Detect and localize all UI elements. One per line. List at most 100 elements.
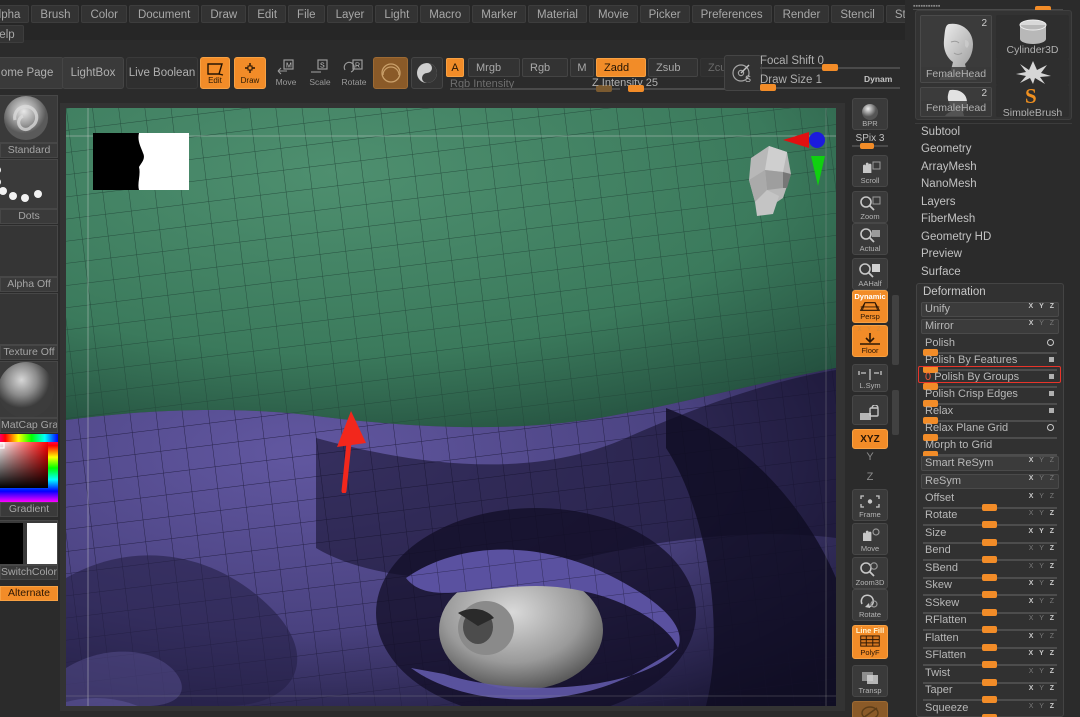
- rail-scrollbar-2[interactable]: [892, 390, 899, 435]
- z-intensity-knob[interactable]: [628, 85, 644, 92]
- axes-toggle[interactable]: X Y Z: [1029, 685, 1056, 692]
- deformation-flatten[interactable]: Flatten X Y Z: [921, 632, 1059, 651]
- axes-toggle[interactable]: X Y Z: [1029, 475, 1056, 482]
- zoom-3d-button[interactable]: Zoom3D: [852, 557, 888, 589]
- channel-a-button[interactable]: A: [446, 58, 464, 77]
- material-thumbnail[interactable]: [0, 361, 58, 418]
- navigation-gizmo[interactable]: [721, 118, 831, 228]
- axes-toggle[interactable]: X Y Z: [1028, 528, 1056, 535]
- draw-size-track[interactable]: [760, 87, 900, 89]
- deformation-unify[interactable]: Unify X Y Z: [921, 302, 1059, 319]
- menu-item-macro[interactable]: Macro: [420, 5, 471, 23]
- swatch-pair[interactable]: [0, 520, 58, 565]
- polish-groups-toggle[interactable]: [1049, 374, 1054, 379]
- material-swatch-button[interactable]: [373, 57, 408, 89]
- rotate-button[interactable]: R Rotate: [340, 59, 368, 91]
- menu-item-alpha[interactable]: Alpha: [0, 5, 30, 23]
- menu-row-surface[interactable]: Surface: [921, 266, 1076, 283]
- scroll-button[interactable]: Scroll: [852, 155, 888, 187]
- draw-button[interactable]: Draw: [234, 57, 266, 89]
- spix-knob[interactable]: [860, 143, 874, 149]
- deformation-morph-to-grid[interactable]: Morph to Grid: [921, 439, 1059, 458]
- z-symmetry-button[interactable]: Z: [852, 471, 888, 487]
- menu-item-picker[interactable]: Picker: [639, 5, 690, 23]
- deformation-sbend[interactable]: SBend X Y Z: [921, 562, 1059, 581]
- menu-row-subtool[interactable]: Subtool: [921, 126, 1076, 143]
- menu-item-draw[interactable]: Draw: [201, 5, 247, 23]
- deformation-squeeze[interactable]: Squeeze X Y Z: [921, 702, 1059, 717]
- move-3d-button[interactable]: Move: [852, 523, 888, 555]
- lightbox-button[interactable]: LightBox: [62, 57, 124, 89]
- axes-toggle[interactable]: X Y Z: [1029, 510, 1056, 517]
- menu-item-file[interactable]: File: [288, 5, 325, 23]
- tool-tile-femalehead-small[interactable]: 2 FemaleHead: [920, 87, 992, 117]
- polish-crisp-toggle[interactable]: [1049, 391, 1054, 396]
- axes-toggle[interactable]: X Y Z: [1028, 650, 1056, 657]
- rail-scrollbar[interactable]: [892, 295, 899, 365]
- menu-item-movie[interactable]: Movie: [588, 5, 638, 23]
- texture-thumbnail[interactable]: [0, 293, 58, 345]
- tool-tile-cylinder3d[interactable]: Cylinder3D: [996, 15, 1069, 59]
- deformation-sskew[interactable]: SSkew X Y Z: [921, 597, 1059, 616]
- menu-row-geometry[interactable]: Geometry: [921, 143, 1076, 160]
- deformation-polish[interactable]: Polish: [921, 337, 1059, 356]
- live-boolean-button[interactable]: Live Boolean: [126, 57, 198, 89]
- ghost-button[interactable]: Ghost: [852, 701, 888, 717]
- floor-button[interactable]: X Y Z Floor: [852, 325, 888, 357]
- deformation-relax-plane-grid[interactable]: Relax Plane Grid: [921, 422, 1059, 441]
- deformation-size[interactable]: Size X Y Z: [921, 527, 1059, 546]
- transp-button[interactable]: Transp: [852, 665, 888, 697]
- rgb-button[interactable]: Rgb: [522, 58, 568, 77]
- axes-toggle[interactable]: X Y Z: [1029, 580, 1056, 587]
- deformation-offset[interactable]: Offset X Y Z: [921, 492, 1059, 511]
- axis-marker-blue[interactable]: [809, 132, 825, 148]
- axis-marker-red[interactable]: [783, 132, 809, 148]
- spix-slider[interactable]: SPix 3: [852, 133, 888, 151]
- relax-plane-grid-toggle[interactable]: [1047, 424, 1054, 431]
- deformation-taper[interactable]: Taper X Y Z: [921, 684, 1059, 703]
- zoom-button[interactable]: Zoom: [852, 191, 888, 223]
- polyf-button[interactable]: Line Fill PolyF: [852, 625, 888, 659]
- transp-lock-button[interactable]: [852, 395, 888, 425]
- aahalf-button[interactable]: AAHalf: [852, 258, 888, 290]
- menu-item-light[interactable]: Light: [375, 5, 419, 23]
- menu-row-nanomesh[interactable]: NanoMesh: [921, 178, 1076, 195]
- deformation-polish-by-groups[interactable]: 0 Polish By Groups: [921, 371, 1059, 390]
- menu-item-help[interactable]: Help: [0, 25, 24, 43]
- axes-toggle[interactable]: X Y Z: [1029, 493, 1056, 500]
- axes-toggle[interactable]: X Y Z: [1029, 703, 1056, 710]
- y-symmetry-button[interactable]: Y: [852, 451, 888, 467]
- deformation-skew[interactable]: Skew X Y Z: [921, 579, 1059, 598]
- edit-button[interactable]: Edit: [200, 57, 230, 89]
- menu-item-color[interactable]: Color: [81, 5, 127, 23]
- alternate-button[interactable]: Alternate: [0, 586, 58, 601]
- deformation-mirror[interactable]: Mirror X Y Z: [921, 319, 1059, 336]
- deformation-smart-resym[interactable]: Smart ReSym X Y Z: [921, 456, 1059, 473]
- tool-tile-simplebrush[interactable]: S SimpleBrush: [996, 85, 1069, 117]
- menu-item-edit[interactable]: Edit: [248, 5, 287, 23]
- menu-row-arraymesh[interactable]: ArrayMesh: [921, 161, 1076, 178]
- canvas[interactable]: [66, 108, 836, 706]
- menu-item-marker[interactable]: Marker: [472, 5, 527, 23]
- menu-item-material[interactable]: Material: [528, 5, 587, 23]
- axes-toggle[interactable]: X Y Z: [1029, 320, 1056, 327]
- move-button[interactable]: M Move: [272, 59, 300, 91]
- deformation-sflatten[interactable]: SFlatten X Y Z: [921, 649, 1059, 668]
- alpha-thumbnail[interactable]: [0, 225, 58, 277]
- switch-color-button[interactable]: [411, 57, 443, 89]
- deformation-twist[interactable]: Twist X Y Z: [921, 667, 1059, 686]
- axes-toggle[interactable]: X Y Z: [1029, 598, 1056, 605]
- axes-toggle[interactable]: X Y Z: [1029, 633, 1056, 640]
- menu-item-stencil[interactable]: Stencil: [831, 5, 884, 23]
- deformation-relax[interactable]: Relax: [921, 405, 1059, 424]
- persp-button[interactable]: Dynamic Persp: [852, 290, 888, 323]
- deformation-bend[interactable]: Bend X Y Z: [921, 544, 1059, 563]
- axes-toggle[interactable]: X Y Z: [1029, 563, 1056, 570]
- deformation-polish-by-features[interactable]: Polish By Features: [921, 354, 1059, 373]
- menu-row-preview[interactable]: Preview: [921, 248, 1076, 265]
- focal-shift-knob[interactable]: [822, 64, 838, 71]
- home-page-button[interactable]: Home Page: [0, 57, 64, 89]
- color-picker[interactable]: [0, 434, 58, 502]
- deformation-resym[interactable]: ReSym X Y Z: [921, 474, 1059, 491]
- axes-toggle[interactable]: X Y Z: [1029, 668, 1056, 675]
